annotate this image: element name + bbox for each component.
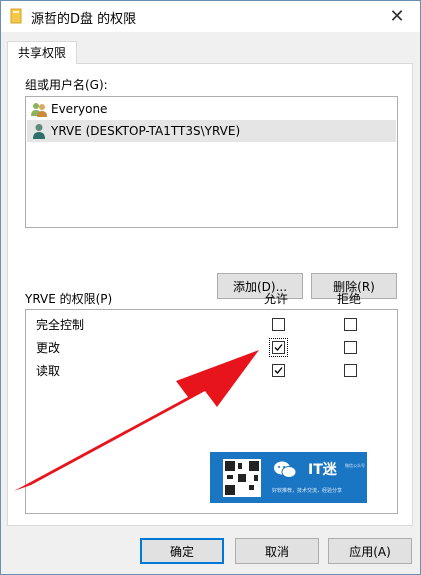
watermark-brand: IT迷 — [308, 462, 337, 478]
deny-checkbox-full-control[interactable] — [344, 318, 357, 331]
watermark-banner: IT迷 微信公众号 好软推荐，技术交流，经验分享 — [210, 452, 367, 503]
group-label: 组或用户名(G): — [25, 78, 108, 92]
deny-checkbox-change[interactable] — [344, 341, 357, 354]
list-item-everyone[interactable]: Everyone — [27, 98, 396, 120]
title-bar: 源哲的D盘 的权限 ✕ — [1, 1, 420, 32]
checkmark-icon — [274, 344, 283, 351]
allow-checkbox-full-control[interactable] — [272, 318, 285, 331]
permission-row-change: 更改 — [26, 336, 397, 358]
allow-checkbox-change[interactable] — [269, 338, 288, 357]
user-icon — [31, 123, 47, 139]
window-title: 源哲的D盘 的权限 — [31, 12, 137, 27]
permissions-header: YRVE 的权限(P) — [25, 292, 113, 306]
close-button[interactable]: ✕ — [374, 1, 420, 32]
list-item-yrve[interactable]: YRVE (DESKTOP-TA1TT3S\YRVE) — [27, 120, 396, 142]
permission-name: 完全控制 — [36, 318, 85, 332]
tab-share-permissions[interactable]: 共享权限 — [7, 41, 77, 64]
user-list[interactable]: Everyone YRVE (DESKTOP-TA1TT3S\YRVE) — [25, 96, 398, 228]
permission-row-full-control: 完全控制 — [26, 313, 397, 335]
allow-checkbox-read[interactable] — [272, 364, 285, 377]
user-name: Everyone — [51, 102, 108, 116]
apply-button[interactable]: 应用(A) — [328, 538, 412, 564]
deny-checkbox-read[interactable] — [344, 364, 357, 377]
users-group-icon — [31, 101, 47, 117]
ok-button[interactable]: 确定 — [140, 538, 224, 564]
permission-name: 读取 — [36, 364, 61, 378]
permission-row-read: 读取 — [26, 359, 397, 381]
watermark-subtitle: 微信公众号 — [345, 463, 365, 468]
qr-code — [223, 459, 261, 497]
checkmark-icon — [274, 367, 283, 374]
add-button[interactable]: 添加(D)... — [217, 273, 303, 299]
permission-name: 更改 — [36, 341, 61, 355]
user-name: YRVE (DESKTOP-TA1TT3S\YRVE) — [51, 124, 241, 138]
allow-column-header: 允许 — [264, 292, 289, 306]
wechat-icon — [273, 460, 297, 480]
cancel-button[interactable]: 取消 — [235, 538, 319, 564]
deny-column-header: 拒绝 — [337, 292, 362, 306]
watermark-tagline: 好软推荐，技术交流，经验分享 — [272, 488, 343, 494]
folder-icon — [9, 8, 23, 24]
